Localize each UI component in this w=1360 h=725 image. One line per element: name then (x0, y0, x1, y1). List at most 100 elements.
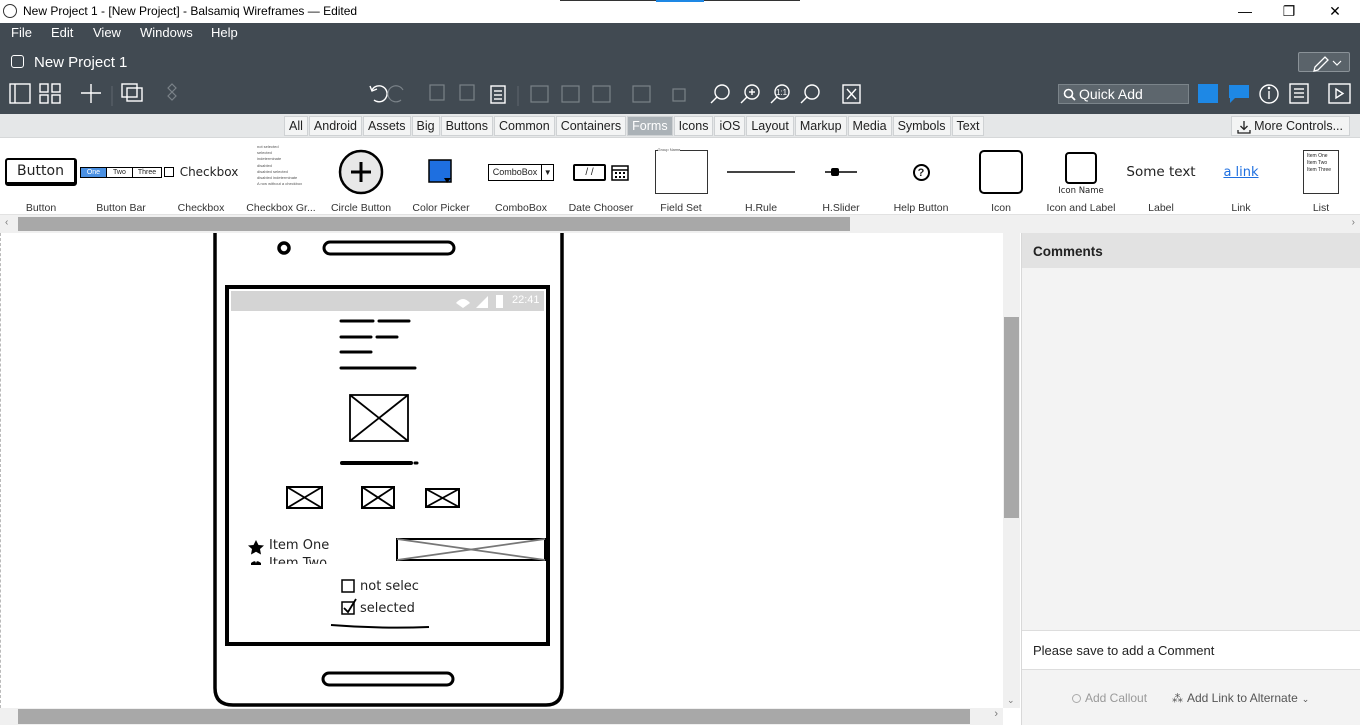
library-item-link[interactable]: a link Link (1201, 140, 1281, 215)
library-item-h-slider[interactable]: H.Slider (801, 140, 881, 214)
project-icon (11, 55, 24, 68)
comments-title: Comments (1022, 233, 1360, 268)
tab-android[interactable]: Android (308, 116, 362, 136)
tab-markup[interactable]: Markup (794, 116, 847, 136)
library-item-field-set[interactable]: Group Name Field Set (641, 140, 721, 214)
scroll-down-icon[interactable]: ⌄ (1007, 695, 1015, 706)
mockup-checkbox-label[interactable]: selected (360, 601, 415, 616)
library-item-icon[interactable]: Icon (961, 140, 1041, 214)
save-comment-prompt: Please save to add a Comment (1022, 630, 1360, 670)
button-preview: Button (5, 158, 77, 186)
project-name: New Project 1 (34, 54, 128, 71)
tab-forms[interactable]: Forms (627, 116, 673, 136)
icon-placeholder-preview (979, 150, 1023, 194)
menu-windows[interactable]: Windows (140, 25, 193, 40)
library-item-label-control[interactable]: Some text Label (1121, 140, 1201, 214)
restore-button[interactable]: ❐ (1274, 2, 1304, 22)
phone-mockup[interactable] (1, 233, 1003, 708)
mockup-list-item[interactable]: Item Two (269, 556, 327, 564)
chevron-down-icon: ⌄ (1301, 694, 1310, 704)
checkbox-preview: Checkbox (179, 165, 239, 179)
calendar-icon (610, 165, 629, 181)
library-item-help-button[interactable]: ? Help Button (881, 140, 961, 214)
project-bar: New Project 1 (0, 44, 1360, 80)
canvas-horizontal-scrollbar[interactable]: › (0, 708, 1003, 725)
canvas-vertical-scrollbar[interactable]: ⌄ (1003, 233, 1020, 708)
tab-assets[interactable]: Assets (363, 116, 411, 136)
menu-help[interactable]: Help (211, 25, 238, 40)
library-item-list[interactable]: Item One Item Two Item Three List (1281, 140, 1360, 214)
tab-common[interactable]: Common (493, 116, 555, 136)
menu-edit[interactable]: Edit (51, 25, 73, 40)
quick-add-input[interactable]: Quick Add (1058, 84, 1189, 104)
tab-layout[interactable]: Layout (746, 116, 794, 136)
quick-add-placeholder: Quick Add (1079, 86, 1143, 102)
scroll-left-icon[interactable]: ‹ (5, 217, 8, 228)
help-icon: ? (912, 163, 930, 181)
canvas-hscroll-thumb[interactable] (18, 709, 970, 724)
plus-circle-icon (338, 149, 384, 195)
add-link-to-alternate-button[interactable]: ⁂ Add Link to Alternate ⌄ (1172, 691, 1309, 705)
icon-name-preview: Icon Name (1058, 186, 1104, 196)
branch-icon: ⁂ (1172, 693, 1183, 705)
app-logo-icon (3, 4, 17, 18)
scroll-right-icon[interactable]: › (994, 708, 998, 720)
library-item-combobox[interactable]: ComboBox ▼ ComboBox (481, 140, 561, 214)
library-item-checkbox-group[interactable]: not selected selected indeterminate disa… (241, 140, 321, 214)
edit-mode-button[interactable] (1298, 52, 1350, 72)
label-preview: Some text (1126, 164, 1196, 180)
category-tabs-bar: All Android Assets Big Buttons Common Containe… (0, 114, 1360, 138)
scroll-right-icon[interactable]: › (1352, 217, 1355, 228)
more-controls-button[interactable]: More Controls... (1231, 116, 1350, 136)
add-callout-button[interactable]: Add Callout (1072, 691, 1147, 705)
ui-library: Button Button One Two Three Button Bar C… (0, 138, 1360, 215)
checkbox-group-preview: not selected selected indeterminate disa… (257, 144, 303, 187)
library-item-label: List (1312, 202, 1330, 214)
tab-ios[interactable]: iOS (714, 116, 746, 136)
library-scroll-thumb[interactable] (18, 217, 850, 231)
tab-media[interactable]: Media (847, 116, 892, 136)
library-item-h-rule[interactable]: H.Rule (721, 140, 801, 214)
window-title: New Project 1 - [New Project] - Balsamiq… (23, 4, 358, 18)
add-link-label: Add Link to Alternate (1187, 691, 1298, 705)
color-swatch-icon (428, 159, 452, 183)
tab-buttons[interactable]: Buttons (440, 116, 493, 136)
library-item-circle-button[interactable]: Circle Button (321, 140, 401, 214)
mockup-list-item[interactable]: Item One (269, 538, 329, 553)
svg-text:1:1: 1:1 (776, 88, 788, 97)
tab-symbols[interactable]: Symbols (892, 116, 951, 136)
canvas-vscroll-thumb[interactable] (1004, 317, 1019, 518)
category-tabs: All Android Assets Big Buttons Common Containe… (284, 116, 985, 136)
menu-view[interactable]: View (93, 25, 121, 40)
date-field-preview: / / (573, 163, 606, 181)
slider-preview (825, 168, 857, 176)
button-bar-preview: One Two Three (79, 166, 163, 178)
callout-icon (1072, 694, 1081, 703)
library-item-button-bar[interactable]: One Two Three Button Bar (79, 140, 163, 214)
comments-panel: Comments Please save to add a Comment Ad… (1021, 233, 1360, 725)
tab-text[interactable]: Text (951, 116, 985, 136)
tab-big[interactable]: Big (411, 116, 440, 136)
library-item-date-chooser[interactable]: / / Date Chooser (561, 140, 641, 214)
status-time: 22:41 (512, 294, 540, 306)
link-preview: a link (1223, 164, 1259, 180)
tab-all[interactable]: All (284, 116, 308, 136)
tab-icons[interactable]: Icons (673, 116, 714, 136)
tab-containers[interactable]: Containers (555, 116, 627, 136)
library-item-icon-and-label[interactable]: Icon Name Icon and Label (1041, 140, 1121, 214)
list-preview: Item One Item Two Item Three (1303, 150, 1339, 194)
library-item-color-picker[interactable]: Color Picker (401, 140, 481, 214)
more-controls-label: More Controls... (1254, 119, 1343, 133)
close-window-button[interactable]: ✕ (1320, 2, 1350, 22)
field-set-preview: Group Name (654, 147, 708, 194)
mockup-checkbox-label[interactable]: not selec (360, 579, 419, 594)
minimize-button[interactable]: — (1230, 2, 1260, 22)
menu-file[interactable]: File (11, 25, 32, 40)
library-item-button[interactable]: Button Button (1, 140, 81, 214)
download-icon (1237, 121, 1251, 134)
library-item-checkbox[interactable]: Checkbox Checkbox (161, 140, 241, 214)
library-scrollbar[interactable]: ‹ › (0, 215, 1360, 233)
wireframe-canvas[interactable]: 22:41 Item One Item Two not selec select… (0, 233, 1003, 708)
checkbox-icon (163, 167, 174, 177)
add-callout-label: Add Callout (1085, 691, 1148, 705)
